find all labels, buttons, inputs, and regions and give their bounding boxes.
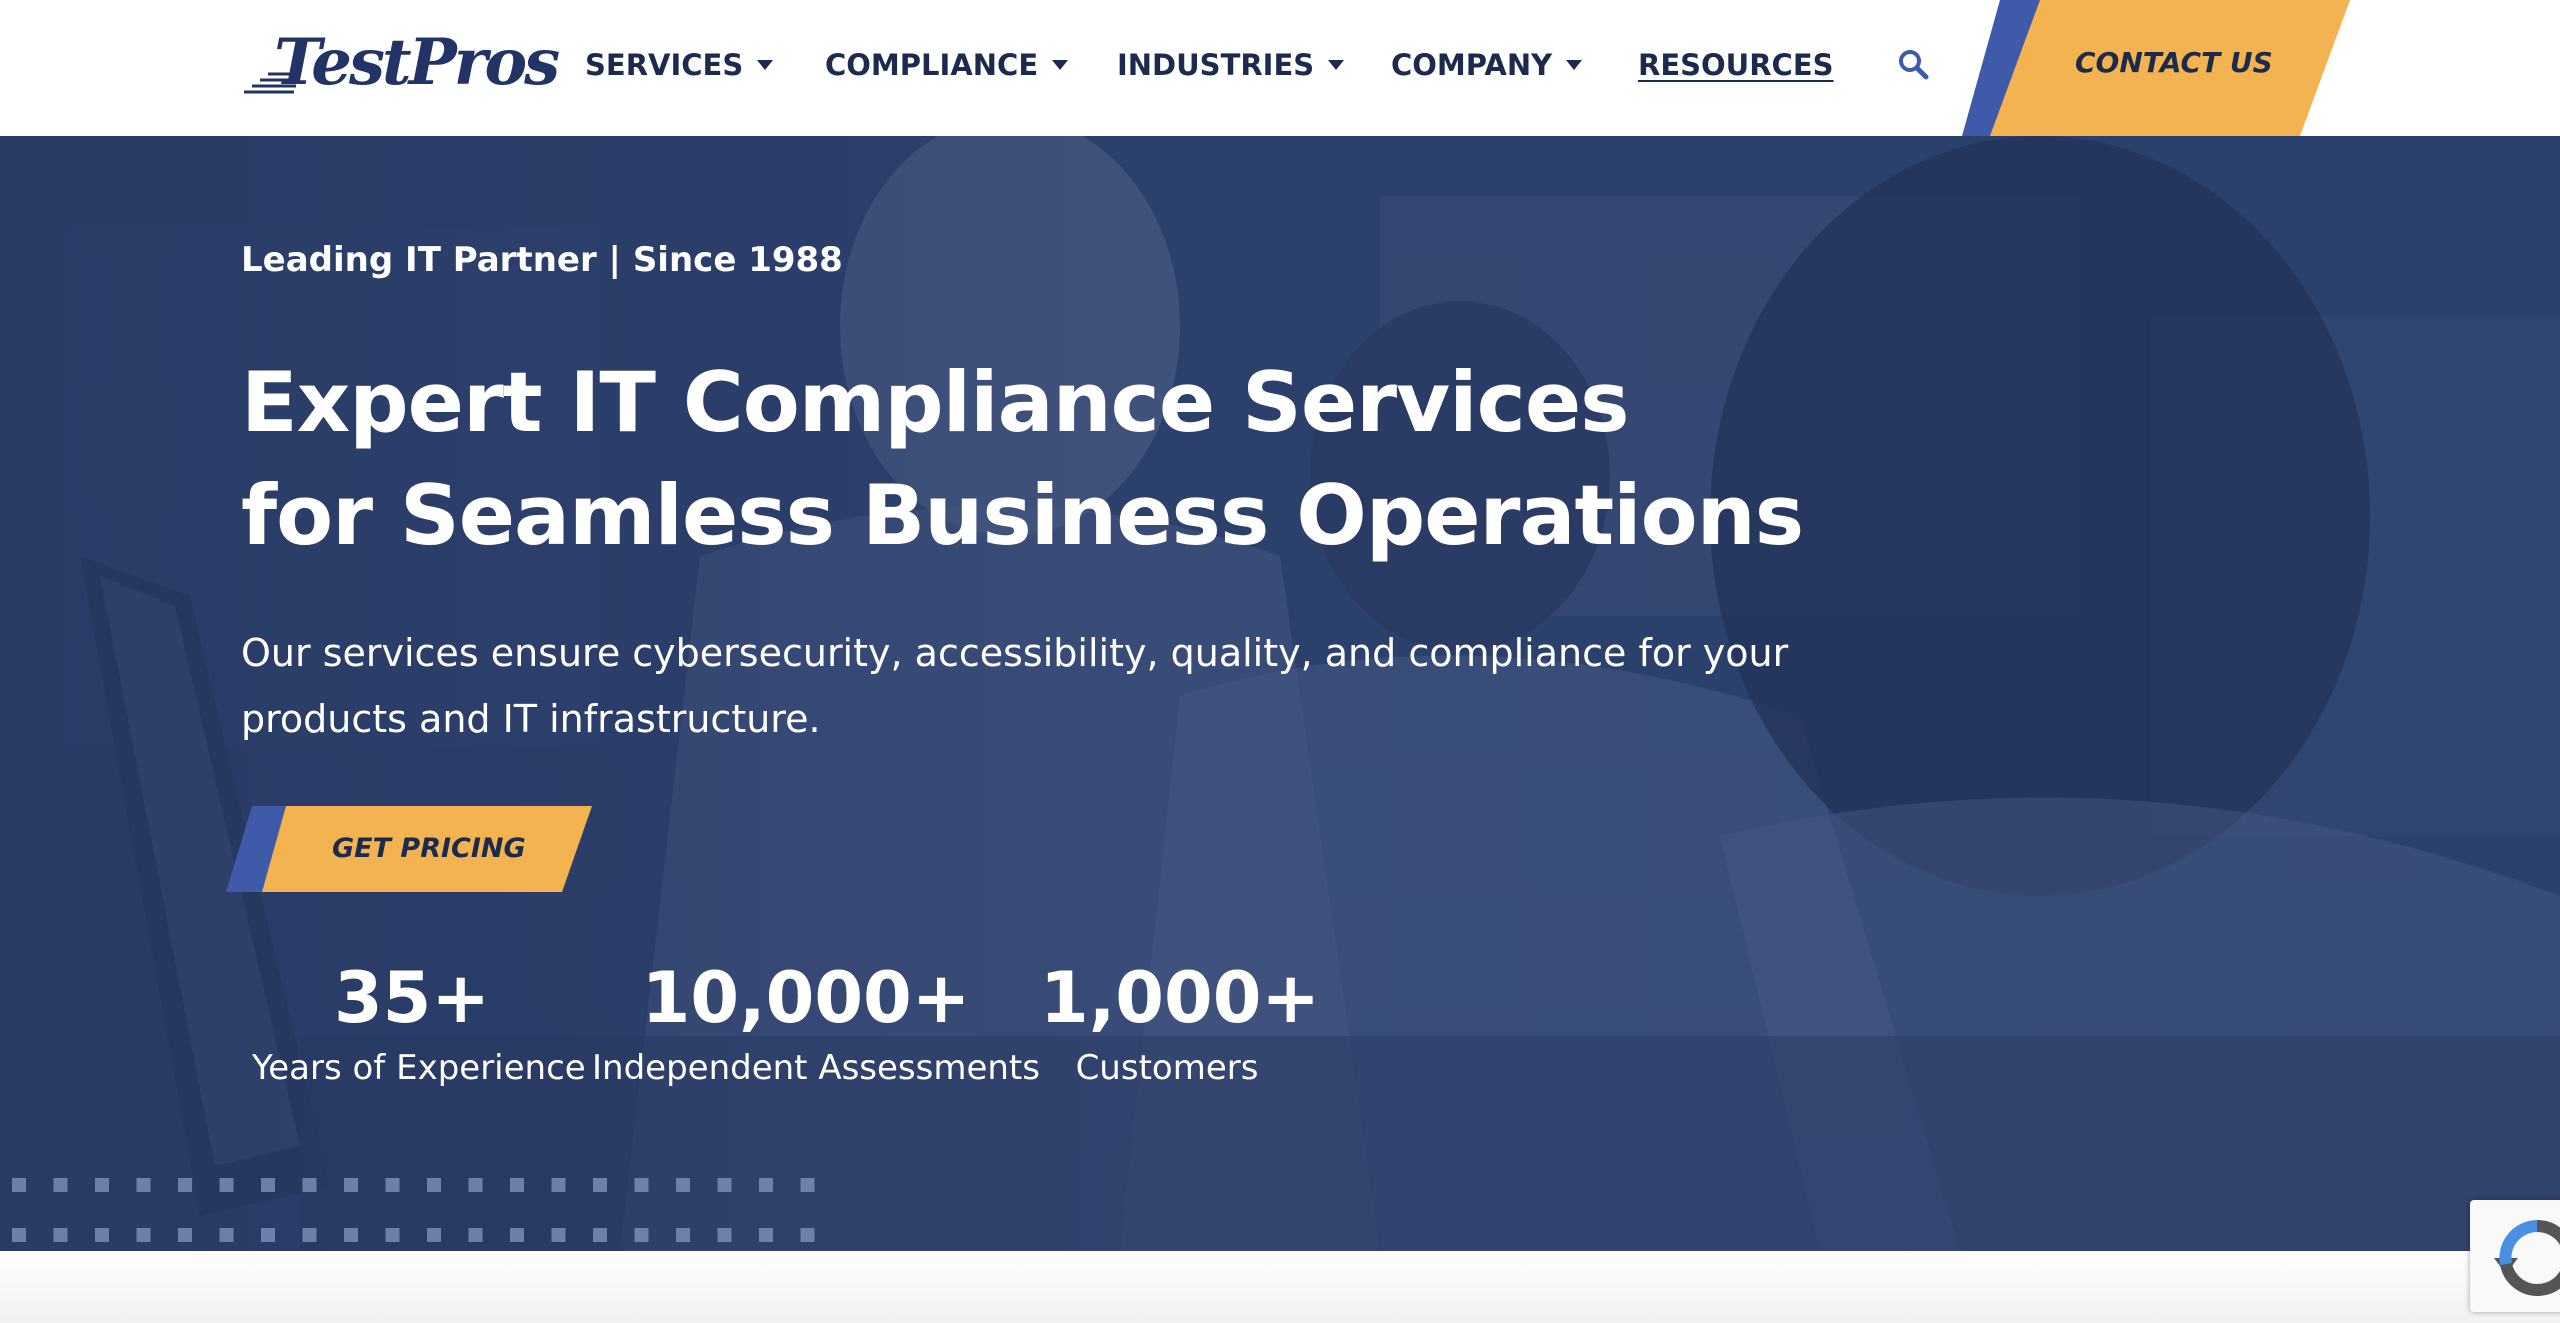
logo-wordmark: TestPros	[274, 25, 560, 100]
next-section-edge	[0, 1251, 2560, 1323]
stat-label: Years of Experience	[252, 1048, 586, 1088]
decorative-dot	[261, 1178, 275, 1192]
decorative-dot	[551, 1178, 566, 1192]
hero-title-line: Expert IT Compliance Services	[241, 354, 1630, 451]
decorative-dot	[302, 1228, 317, 1242]
get-pricing-label: GET PRICING	[332, 833, 526, 864]
decorative-dot	[385, 1178, 400, 1192]
recaptcha-badge[interactable]	[2470, 1200, 2560, 1312]
hero-title: Expert IT Compliance Services for Seamle…	[241, 346, 1941, 572]
decorative-dot	[12, 1228, 26, 1242]
stat-value: 1,000+	[1040, 957, 1321, 1039]
decorative-dot	[178, 1178, 192, 1192]
decorative-dot	[717, 1178, 732, 1192]
decorative-dot	[95, 1178, 109, 1192]
testpros-logo[interactable]: TestPros	[242, 26, 560, 100]
decorative-dot	[634, 1178, 649, 1192]
nav-item-label: SERVICES	[585, 48, 744, 82]
decorative-dot	[302, 1178, 317, 1192]
decorative-dot	[136, 1228, 151, 1242]
search-icon[interactable]	[1897, 48, 1929, 80]
decorative-dot	[468, 1228, 483, 1242]
decorative-dot	[261, 1228, 275, 1242]
recaptcha-icon	[2494, 1219, 2560, 1296]
site-header: TestPros SERVICES COMPLIANCE INDUSTRIES …	[0, 0, 2560, 136]
decorative-dot	[551, 1228, 566, 1242]
hero-section: Leading IT Partner | Since 1988 Expert I…	[0, 136, 2560, 1251]
stat-label: Independent Assessments	[592, 1048, 1040, 1088]
decorative-dot	[178, 1228, 192, 1242]
decorative-dot	[53, 1228, 68, 1242]
nav-item-services[interactable]: SERVICES	[585, 44, 774, 86]
stat-years: 35+ Years of Experience	[252, 956, 586, 1088]
caret-down-icon	[1052, 60, 1069, 70]
decorative-dot	[800, 1178, 815, 1192]
decorative-dot	[12, 1178, 26, 1192]
nav-item-industries[interactable]: INDUSTRIES	[1117, 44, 1345, 86]
hero-subtitle-line: products and IT infrastructure.	[241, 697, 821, 741]
nav-item-label: COMPANY	[1391, 48, 1553, 82]
hero-subtitle-line: Our services ensure cybersecurity, acces…	[241, 631, 1789, 675]
decorative-dot	[676, 1178, 690, 1192]
stat-value: 10,000+	[641, 957, 971, 1039]
decorative-dot	[344, 1178, 358, 1192]
decorative-dot	[634, 1228, 649, 1242]
caret-down-icon	[1328, 60, 1345, 70]
caret-down-icon	[757, 60, 774, 70]
decorative-dot	[385, 1228, 400, 1242]
stat-customers: 1,000+ Customers	[1040, 956, 1321, 1088]
stat-value: 35+	[333, 957, 491, 1039]
nav-item-label: RESOURCES	[1638, 48, 1834, 82]
decorative-dot	[219, 1178, 234, 1192]
decorative-dot	[136, 1178, 151, 1192]
caret-down-icon	[1566, 60, 1583, 70]
decorative-dot	[593, 1178, 607, 1192]
decorative-dot	[344, 1228, 358, 1242]
nav-item-label: INDUSTRIES	[1117, 48, 1315, 82]
decorative-dot	[427, 1178, 441, 1192]
decorative-dot-grid	[12, 1178, 815, 1242]
decorative-dot	[53, 1178, 68, 1192]
hero-eyebrow: Leading IT Partner | Since 1988	[241, 240, 843, 280]
nav-item-resources[interactable]: RESOURCES	[1638, 44, 1834, 86]
decorative-dot	[759, 1178, 773, 1192]
decorative-dot	[510, 1228, 524, 1242]
nav-item-compliance[interactable]: COMPLIANCE	[825, 44, 1069, 86]
decorative-dot	[717, 1228, 732, 1242]
contact-us-label: CONTACT US	[2075, 46, 2273, 79]
hero-title-line: for Seamless Business Operations	[241, 467, 1804, 564]
stat-assessments: 10,000+ Independent Assessments	[592, 956, 1040, 1088]
decorative-dot	[219, 1228, 234, 1242]
decorative-dot	[510, 1178, 524, 1192]
get-pricing-button[interactable]: GET PRICING	[226, 806, 592, 892]
decorative-dot	[95, 1228, 109, 1242]
decorative-dot	[593, 1228, 607, 1242]
contact-us-button[interactable]: CONTACT US	[1950, 0, 2350, 136]
nav-item-company[interactable]: COMPANY	[1391, 44, 1583, 86]
stat-label: Customers	[1075, 1048, 1259, 1088]
decorative-dot	[759, 1228, 773, 1242]
hero-subtitle: Our services ensure cybersecurity, acces…	[241, 620, 1801, 752]
nav-item-label: COMPLIANCE	[825, 48, 1039, 82]
decorative-dot	[427, 1228, 441, 1242]
decorative-dot	[800, 1228, 815, 1242]
decorative-dot	[468, 1178, 483, 1192]
decorative-dot	[676, 1228, 690, 1242]
